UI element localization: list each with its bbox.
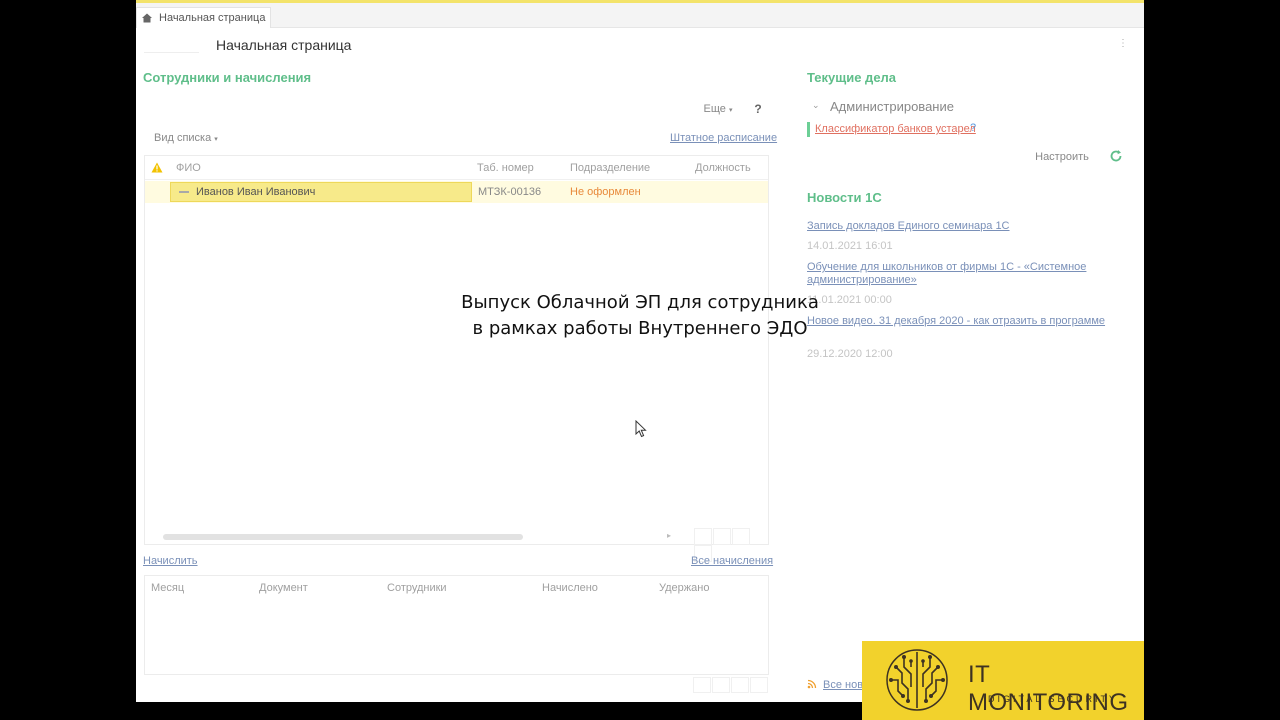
mouse-cursor-icon <box>635 420 647 438</box>
brand-watermark: IT MONITORING DIGITAL SECURITY <box>862 641 1144 720</box>
video-caption: Выпуск Облачной ЭП для сотрудника в рамк… <box>0 290 1280 342</box>
next-page-button[interactable] <box>732 528 750 545</box>
tasks-section-title: Текущие дела <box>807 70 897 85</box>
news-item-date: 14.01.2021 16:01 <box>807 240 893 252</box>
column-position[interactable]: Должность <box>695 162 751 174</box>
configure-button[interactable]: Настроить <box>1030 148 1094 166</box>
accrue-link[interactable]: Начислить <box>143 555 198 567</box>
list-view-label: Вид списка <box>154 132 212 144</box>
news-section-title: Новости 1С <box>807 190 882 205</box>
news-item-link-cont[interactable]: администрирование» <box>807 274 917 286</box>
table-nav-buttons <box>693 528 767 562</box>
column-department[interactable]: Подразделение <box>570 162 650 174</box>
task-help-icon[interactable]: ? <box>970 122 976 134</box>
accruals-nav-buttons <box>692 677 768 693</box>
tab-home-label: Начальная страница <box>159 12 266 24</box>
horizontal-scrollbar[interactable] <box>163 534 523 540</box>
help-button[interactable]: ? <box>748 99 768 119</box>
cell-fio[interactable]: Иванов Иван Иванович <box>170 182 472 202</box>
caret-down-icon: ▾ <box>728 107 733 114</box>
column-document[interactable]: Документ <box>259 582 308 594</box>
news-item-link[interactable]: Запись докладов Единого семинара 1С <box>807 220 1010 232</box>
circuit-brain-logo-icon <box>886 649 948 711</box>
warning-icon <box>151 162 163 173</box>
staffing-link[interactable]: Штатное расписание <box>670 132 777 144</box>
cell-department: Не оформлен <box>570 186 641 198</box>
column-month[interactable]: Месяц <box>151 582 184 594</box>
table-row[interactable]: Иванов Иван Иванович МТЗК-00136 Не оформ… <box>145 181 768 203</box>
caption-line-2: в рамках работы Внутреннего ЭДО <box>472 318 808 339</box>
caption-line-1: Выпуск Облачной ЭП для сотрудника <box>461 292 819 313</box>
column-tab-number[interactable]: Таб. номер <box>477 162 534 174</box>
news-item-link[interactable]: Обучение для школьников от фирмы 1С - «С… <box>807 261 1086 273</box>
tasks-group-label[interactable]: Администрирование <box>830 99 954 114</box>
caret-down-icon: ▾ <box>214 136 218 143</box>
more-options-icon[interactable]: ⋮ <box>1118 38 1128 49</box>
accruals-table: Месяц Документ Сотрудники Начислено Удер… <box>144 575 769 675</box>
bank-classifier-link[interactable]: Классификатор банков устарел <box>815 123 976 135</box>
brand-tagline: DIGITAL SECURITY <box>988 694 1119 704</box>
application-window: Начальная страница Начальная страница ⋮ … <box>136 0 1144 702</box>
table-header: ФИО Таб. номер Подразделение Должность <box>145 156 768 180</box>
column-accrued[interactable]: Начислено <box>542 582 598 594</box>
prev-page-button[interactable] <box>713 528 731 545</box>
task-marker <box>807 122 810 137</box>
prev-page-button[interactable] <box>712 677 730 693</box>
next-page-button[interactable] <box>731 677 749 693</box>
page-title: Начальная страница <box>216 37 352 53</box>
first-page-button[interactable] <box>693 677 711 693</box>
first-page-button[interactable] <box>694 528 712 545</box>
header-divider <box>144 52 199 53</box>
column-fio[interactable]: ФИО <box>176 162 201 174</box>
record-icon <box>179 191 189 193</box>
employee-name: Иванов Иван Иванович <box>196 186 316 198</box>
more-button[interactable]: Еще ▾ <box>696 99 740 119</box>
list-view-dropdown[interactable]: Вид списка ▾ <box>146 128 226 148</box>
rss-icon <box>807 679 817 689</box>
home-icon <box>142 13 152 23</box>
tab-home-page[interactable]: Начальная страница <box>136 7 271 28</box>
all-accruals-link[interactable]: Все начисления <box>691 555 773 567</box>
employees-section-title: Сотрудники и начисления <box>143 70 312 85</box>
video-letterbox <box>1144 0 1280 720</box>
column-employees[interactable]: Сотрудники <box>387 582 447 594</box>
employees-table: ФИО Таб. номер Подразделение Должность И… <box>144 155 769 562</box>
last-page-button[interactable] <box>750 677 768 693</box>
all-news-link[interactable]: Все нов <box>823 679 863 691</box>
chevron-down-icon[interactable]: ⌄ <box>812 100 820 111</box>
more-button-label: Еще <box>703 103 726 115</box>
tab-strip: Начальная страница <box>136 3 1144 28</box>
column-withheld[interactable]: Удержано <box>659 582 709 594</box>
scroll-right-icon[interactable]: ▸ <box>667 531 671 540</box>
brand-name: IT MONITORING <box>968 661 1129 716</box>
cell-tab-number: МТЗК-00136 <box>478 186 542 198</box>
refresh-icon[interactable] <box>1109 149 1123 163</box>
news-item-date: 29.12.2020 12:00 <box>807 348 893 360</box>
